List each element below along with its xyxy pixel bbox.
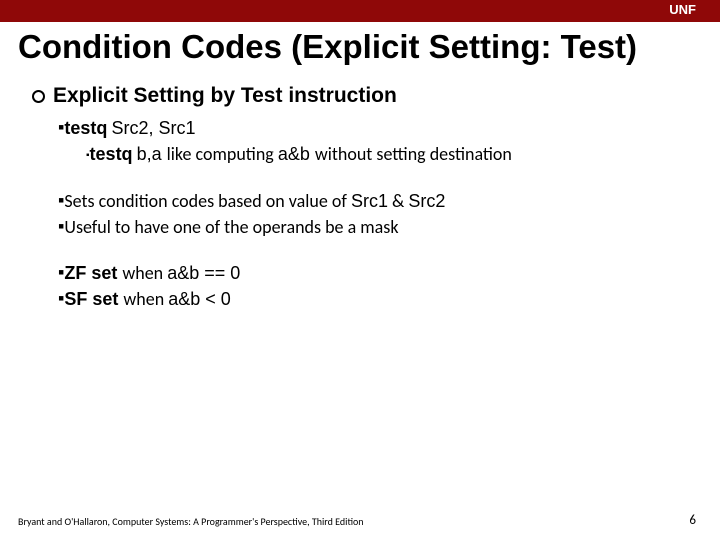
- square-bullet-icon: ▪: [58, 188, 64, 212]
- text-mask: Useful to have one of the operands be a …: [64, 216, 398, 238]
- text-tail: without setting destination: [315, 143, 512, 165]
- heading-text: Explicit Setting by Test instruction: [53, 84, 397, 108]
- bullet-mask: ▪Useful to have one of the operands be a…: [58, 215, 700, 239]
- bullet-testq-src: ▪testq Src2, Src1: [58, 116, 700, 140]
- header-bar: UNF: [0, 0, 720, 22]
- code-testq-2: testq: [90, 144, 133, 164]
- src2: Src2: [408, 191, 445, 211]
- sf-cond: a&b < 0: [168, 289, 231, 309]
- page-number: 6: [689, 513, 696, 528]
- zf-label: ZF set: [64, 263, 122, 283]
- code-testq: testq: [64, 118, 107, 138]
- text-sets: Sets condition codes based on value of: [64, 190, 351, 212]
- bullet-sf: ▪SF set when a&b < 0: [58, 287, 700, 311]
- circle-bullet-icon: [32, 90, 45, 103]
- bullet-group-2: ▪Sets condition codes based on value of …: [58, 189, 700, 240]
- sf-label: SF set: [64, 289, 123, 309]
- zf-cond: a&b == 0: [167, 263, 240, 283]
- amp: &: [388, 190, 408, 212]
- sf-when: when: [123, 288, 168, 310]
- heading-row: Explicit Setting by Test instruction: [32, 84, 700, 108]
- square-bullet-icon: ▪: [58, 214, 64, 238]
- slide-content: Explicit Setting by Test instruction ▪te…: [32, 84, 700, 312]
- text-like: like computing: [167, 143, 278, 165]
- zf-when: when: [122, 262, 167, 284]
- args-src: Src2, Src1: [111, 118, 195, 138]
- square-bullet-icon: ▪: [58, 286, 64, 310]
- bullet-testq-ba: ▪testq b,a like computing a&b without se…: [86, 142, 700, 166]
- src1: Src1: [351, 191, 388, 211]
- bullet-zf: ▪ZF set when a&b == 0: [58, 261, 700, 285]
- bullet-group-1: ▪testq Src2, Src1 ▪testq b,a like comput…: [58, 116, 700, 167]
- slide-title: Condition Codes (Explicit Setting: Test): [18, 28, 720, 66]
- square-bullet-icon: ▪: [58, 260, 64, 284]
- header-label: UNF: [669, 2, 696, 17]
- square-bullet-icon: ▪: [58, 115, 64, 139]
- args-ba: b,a: [137, 144, 167, 164]
- square-bullet-icon: ▪: [86, 149, 90, 163]
- bullet-sets-cc: ▪Sets condition codes based on value of …: [58, 189, 700, 213]
- expr-ab: a&b: [278, 144, 315, 164]
- footer-text: Bryant and O'Hallaron, Computer Systems:…: [18, 515, 364, 528]
- bullet-group-3: ▪ZF set when a&b == 0 ▪SF set when a&b <…: [58, 261, 700, 312]
